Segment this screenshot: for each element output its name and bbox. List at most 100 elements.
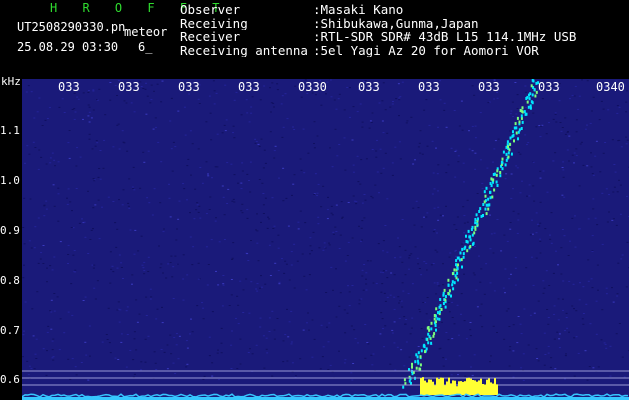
noise-speck <box>110 268 113 270</box>
meteor-trail-segment <box>411 362 413 366</box>
noise-speck <box>58 349 61 351</box>
noise-speck <box>241 170 244 172</box>
signal-burst-bar <box>478 380 480 395</box>
noise-speck <box>37 168 40 170</box>
noise-speck <box>177 358 180 360</box>
noise-speck <box>394 369 397 371</box>
noise-speck <box>189 333 191 335</box>
noise-speck <box>369 260 372 262</box>
noise-speck <box>371 149 374 150</box>
noise-speck <box>365 158 368 160</box>
noise-speck <box>172 362 175 364</box>
noise-speck <box>46 281 48 283</box>
noise-speck <box>88 121 91 123</box>
noise-speck <box>169 216 172 218</box>
noise-speck <box>177 218 180 220</box>
noise-speck <box>516 342 519 344</box>
noise-speck <box>150 99 153 101</box>
noise-speck <box>285 263 288 265</box>
noise-speck <box>59 318 62 320</box>
noise-speck <box>584 128 587 130</box>
noise-speck <box>509 228 512 230</box>
meteor-trail-segment <box>514 122 517 126</box>
noise-speck <box>271 241 274 243</box>
noise-speck <box>84 341 87 343</box>
noise-speck <box>274 145 277 147</box>
meteor-trail-segment <box>444 295 447 298</box>
meteor-trail-segment <box>469 235 472 239</box>
noise-speck <box>95 140 98 142</box>
noise-speck <box>145 296 148 298</box>
noise-speck <box>385 270 388 272</box>
spectrogram-canvas <box>22 79 629 400</box>
noise-speck <box>423 261 426 263</box>
noise-speck <box>386 251 389 253</box>
noise-speck <box>496 219 499 220</box>
noise-speck <box>471 85 474 87</box>
noise-speck <box>546 309 549 310</box>
noise-speck <box>269 87 271 89</box>
noise-speck <box>160 349 163 350</box>
noise-speck <box>386 132 389 134</box>
noise-speck <box>405 122 408 124</box>
noise-speck <box>114 222 117 224</box>
noise-speck <box>514 284 517 286</box>
noise-speck <box>274 262 277 264</box>
noise-speck <box>320 104 323 106</box>
noise-speck <box>199 167 202 168</box>
noise-speck <box>347 202 350 203</box>
noise-speck <box>169 262 172 263</box>
metadata-labels: Observer Receiving Location Receiver Rec… <box>180 3 315 57</box>
noise-speck <box>436 251 439 253</box>
noise-speck <box>329 364 332 366</box>
noise-speck <box>365 289 368 291</box>
timestamp: 25.08.29 03:30 <box>17 40 119 54</box>
noise-speck <box>575 155 578 157</box>
noise-speck <box>57 187 60 189</box>
noise-speck <box>259 317 262 319</box>
noise-speck <box>233 99 236 101</box>
noise-speck <box>437 126 439 128</box>
noise-speck <box>619 184 622 186</box>
noise-speck <box>457 161 460 163</box>
noise-speck <box>76 147 79 149</box>
noise-speck <box>435 293 438 295</box>
noise-speck <box>282 200 285 202</box>
signal-burst-bar <box>444 385 446 395</box>
noise-speck <box>453 110 456 111</box>
noise-speck <box>531 219 533 221</box>
noise-speck <box>587 259 590 261</box>
meteor-trail-segment <box>475 213 478 217</box>
noise-speck <box>256 283 259 285</box>
noise-speck <box>80 362 83 363</box>
noise-speck <box>560 247 563 249</box>
meteor-trail-segment <box>462 252 465 256</box>
signal-burst-bar <box>458 381 460 395</box>
noise-speck <box>433 188 436 190</box>
meteor-trail-segment <box>520 114 523 118</box>
noise-speck <box>496 97 499 99</box>
noise-speck <box>448 311 451 313</box>
noise-speck <box>386 296 389 298</box>
noise-speck <box>589 323 592 325</box>
noise-speck <box>46 350 48 352</box>
noise-speck <box>92 207 95 209</box>
noise-speck <box>233 137 236 139</box>
noise-speck <box>566 149 569 151</box>
noise-speck <box>509 130 512 132</box>
noise-speck <box>546 191 549 193</box>
noise-speck <box>377 243 380 245</box>
meteor-trail-segment <box>414 360 417 364</box>
meteor-trail-segment <box>484 194 487 198</box>
noise-speck <box>23 264 25 266</box>
noise-speck <box>549 238 552 240</box>
meteor-trail-segment <box>428 335 431 339</box>
noise-speck <box>85 354 88 356</box>
noise-speck <box>120 333 123 335</box>
noise-speck <box>609 375 612 377</box>
noise-speck <box>134 229 137 231</box>
meteor-trail-segment <box>501 157 504 161</box>
noise-speck <box>51 269 54 271</box>
meteor-trail-segment <box>439 304 442 308</box>
noise-speck <box>535 126 538 128</box>
